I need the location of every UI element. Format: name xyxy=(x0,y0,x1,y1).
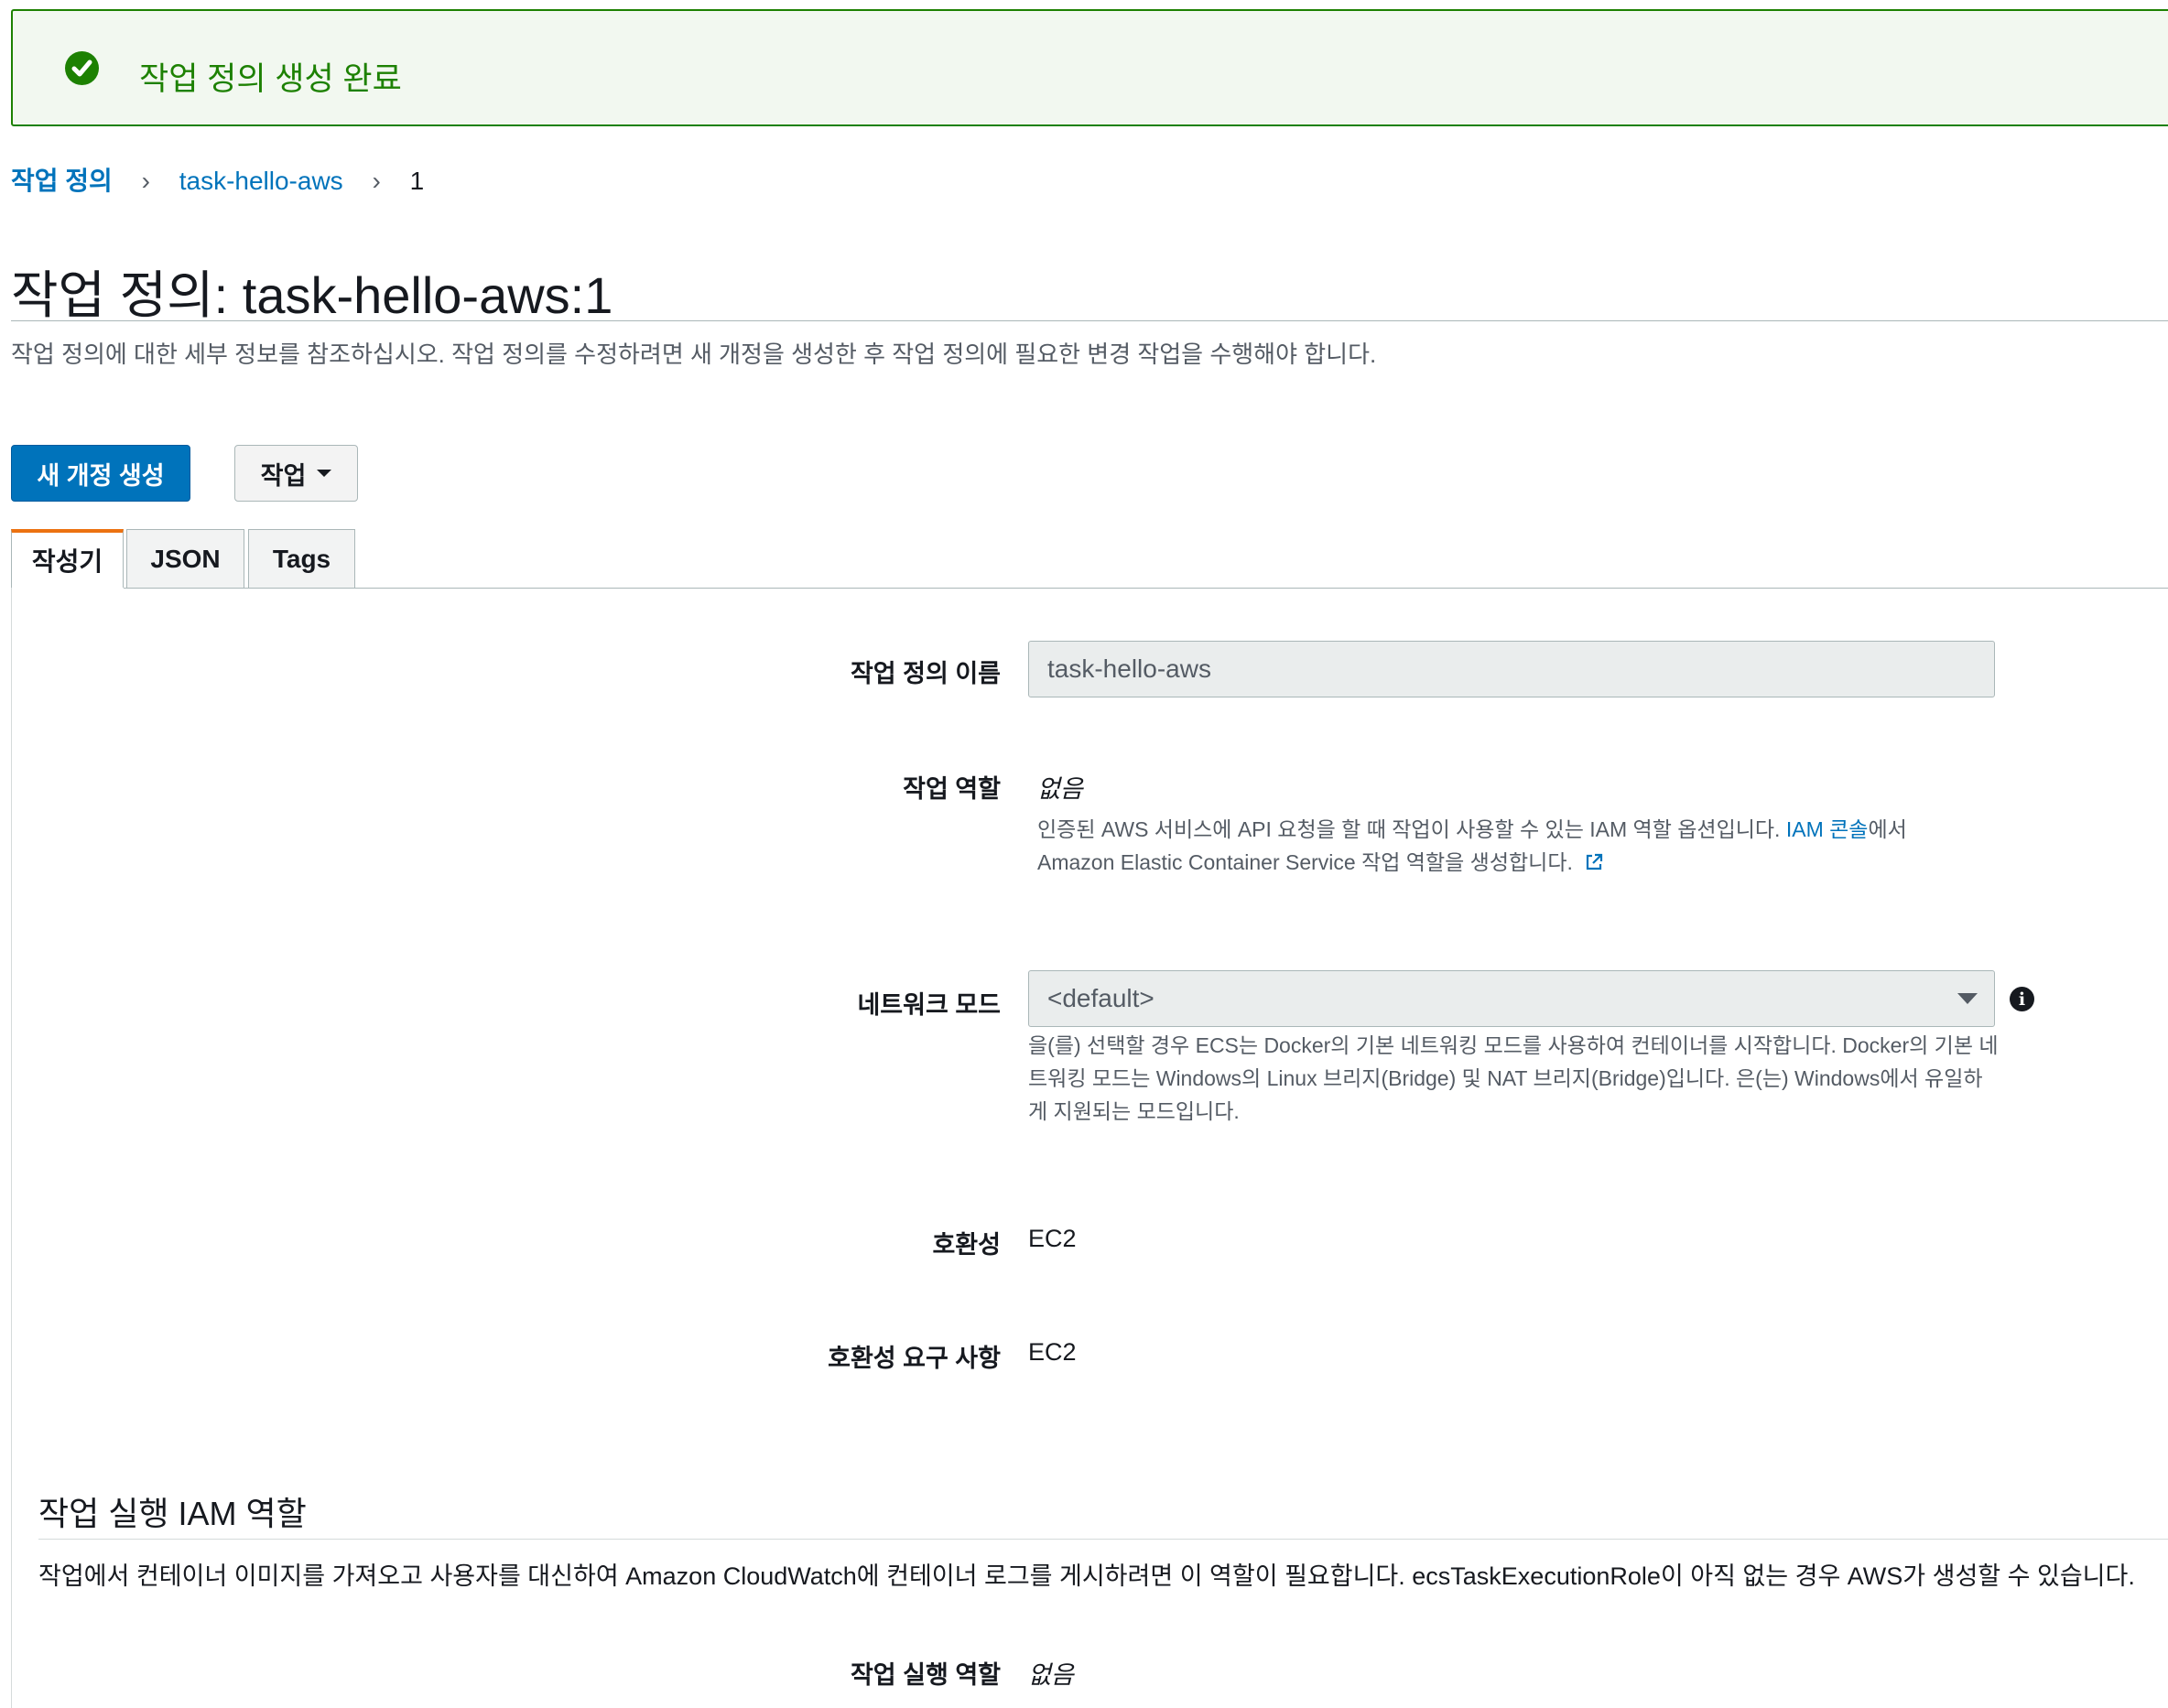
external-link-icon[interactable] xyxy=(1584,852,1604,872)
tab-builder[interactable]: 작성기 xyxy=(11,529,124,588)
compatibility-value: EC2 xyxy=(1028,1225,1077,1252)
task-def-name-input[interactable]: task-hello-aws xyxy=(1028,641,1995,697)
tab-json[interactable]: JSON xyxy=(126,529,244,588)
task-role-help-line2: Amazon Elastic Container Service 작업 역할을 … xyxy=(1037,846,1907,879)
task-role-help-text: 인증된 AWS 서비스에 API 요청을 할 때 작업이 사용할 수 있는 IA… xyxy=(1037,817,1781,841)
page-description: 작업 정의에 대한 세부 정보를 참조하십시오. 작업 정의를 수정하려면 새 … xyxy=(11,341,1377,368)
chevron-right-icon: › xyxy=(372,167,381,195)
section-divider xyxy=(38,1539,2168,1540)
network-mode-help-line3: 게 지원되는 모드입니다. xyxy=(1028,1099,1240,1123)
network-mode-help-line1: 을(를) 선택할 경우 ECS는 Docker의 기본 네트워킹 모드를 사용하… xyxy=(1028,1033,1999,1057)
network-mode-label: 네트워크 모드 xyxy=(857,991,1001,1019)
title-divider xyxy=(11,320,2168,321)
execution-role-label: 작업 실행 역할 xyxy=(850,1661,1001,1689)
task-role-label: 작업 역할 xyxy=(903,775,1001,803)
network-mode-help: 을(를) 선택할 경우 ECS는 Docker의 기본 네트워킹 모드를 사용하… xyxy=(1028,1029,1999,1128)
requires-compatibility-label: 호환성 요구 사항 xyxy=(828,1345,1001,1372)
execution-role-value: 없음 xyxy=(1028,1661,1074,1689)
caret-down-icon xyxy=(317,470,332,477)
task-def-name-value: task-hello-aws xyxy=(1047,654,1211,683)
task-role-help-line2-text: Amazon Elastic Container Service 작업 역할을 … xyxy=(1037,850,1573,874)
chevron-right-icon: › xyxy=(141,167,150,195)
success-check-icon xyxy=(65,51,99,85)
task-role-help: 인증된 AWS 서비스에 API 요청을 할 때 작업이 사용할 수 있는 IA… xyxy=(1037,813,1907,879)
task-role-help-line1: 인증된 AWS 서비스에 API 요청을 할 때 작업이 사용할 수 있는 IA… xyxy=(1037,813,1907,846)
success-flash-banner: 작업 정의 생성 완료 xyxy=(11,9,2168,126)
tab-builder-label: 작성기 xyxy=(31,547,103,576)
dropdown-arrow-icon xyxy=(1957,993,1978,1004)
actions-dropdown-button[interactable]: 작업 xyxy=(234,445,358,502)
breadcrumb-task-hello-aws[interactable]: task-hello-aws xyxy=(179,167,343,195)
network-mode-value: <default> xyxy=(1047,984,1154,1012)
execution-role-section-title: 작업 실행 IAM 역할 xyxy=(38,1495,307,1532)
network-mode-help-line2: 트워킹 모드는 Windows의 Linux 브리지(Bridge) 및 NAT… xyxy=(1028,1066,1983,1090)
iam-console-link[interactable]: IAM 콘솔 xyxy=(1786,817,1869,841)
execution-role-section-description: 작업에서 컨테이너 이미지를 가져오고 사용자를 대신하여 Amazon Clo… xyxy=(38,1562,2135,1590)
actions-label: 작업 xyxy=(260,461,307,490)
breadcrumb-task-definitions[interactable]: 작업 정의 xyxy=(11,167,113,195)
create-new-revision-label: 새 개정 생성 xyxy=(37,461,165,490)
tab-tags[interactable]: Tags xyxy=(248,529,355,588)
breadcrumb: 작업 정의 › task-hello-aws › 1 xyxy=(11,161,424,198)
panel-left-border xyxy=(11,588,12,1708)
breadcrumb-current-revision: 1 xyxy=(409,167,425,195)
tab-tags-label: Tags xyxy=(272,544,331,573)
create-new-revision-button[interactable]: 새 개정 생성 xyxy=(11,445,190,502)
tab-divider xyxy=(124,588,2168,589)
compatibility-label: 호환성 xyxy=(932,1231,1001,1259)
flash-message: 작업 정의 생성 완료 xyxy=(139,61,402,97)
task-role-value: 없음 xyxy=(1037,775,1083,803)
info-icon[interactable]: i xyxy=(2010,987,2034,1011)
requires-compatibility-value: EC2 xyxy=(1028,1338,1077,1366)
network-mode-select[interactable]: <default> xyxy=(1028,970,1995,1027)
page-title: 작업 정의: task-hello-aws:1 xyxy=(11,266,613,324)
task-role-help-suffix: 에서 xyxy=(1868,817,1907,841)
task-def-name-label: 작업 정의 이름 xyxy=(850,660,1001,687)
tab-json-label: JSON xyxy=(150,544,221,573)
